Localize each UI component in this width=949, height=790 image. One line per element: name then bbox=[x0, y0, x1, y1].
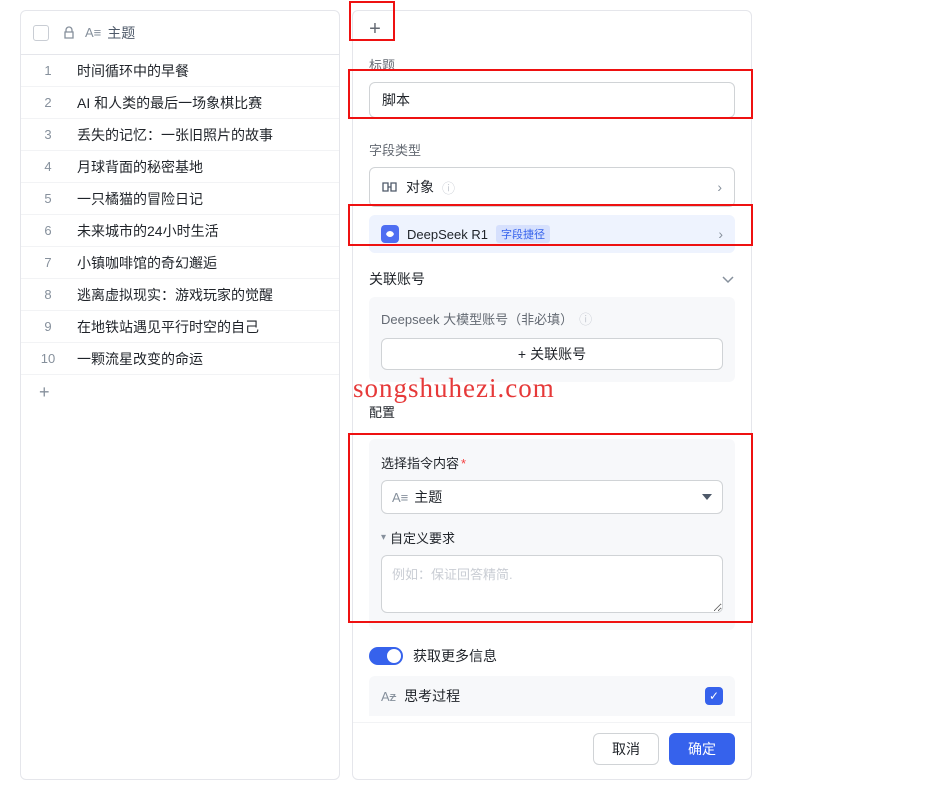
row-text: 未来城市的24小时生活 bbox=[77, 221, 219, 241]
info-icon: ⓘ bbox=[579, 309, 592, 328]
table-row[interactable]: 6 未来城市的24小时生活 bbox=[21, 215, 339, 247]
account-section: Deepseek 大模型账号（非必填） ⓘ + 关联账号 bbox=[369, 297, 735, 382]
row-number: 1 bbox=[33, 63, 63, 78]
row-number: 8 bbox=[33, 287, 63, 302]
row-number: 4 bbox=[33, 159, 63, 174]
field-config-panel: + 标题 字段类型 对象 ⓘ › DeepSeek R1 bbox=[352, 10, 752, 780]
deepseek-option[interactable]: DeepSeek R1 字段捷径 › bbox=[369, 215, 735, 253]
thinking-process-label: 思考过程 bbox=[404, 686, 460, 706]
info-icon: ⓘ bbox=[442, 178, 455, 197]
custom-requirement-textarea[interactable] bbox=[381, 555, 723, 613]
row-text: 小镇咖啡馆的奇幻邂逅 bbox=[77, 253, 217, 273]
field-type-label: 字段类型 bbox=[369, 140, 735, 159]
row-number: 9 bbox=[33, 319, 63, 334]
link-account-label: 关联账号 bbox=[530, 344, 586, 364]
row-text: 月球背面的秘密基地 bbox=[77, 157, 203, 177]
row-number: 7 bbox=[33, 255, 63, 270]
triangle-down-icon: ▾ bbox=[381, 532, 386, 543]
table-row[interactable]: 10 一颗流星改变的命运 bbox=[21, 343, 339, 375]
thinking-process-row[interactable]: Az 思考过程 ✓ bbox=[369, 676, 735, 716]
field-type-value: 对象 bbox=[406, 177, 434, 197]
row-text: 时间循环中的早餐 bbox=[77, 61, 189, 81]
title-label: 标题 bbox=[369, 55, 735, 74]
table-row[interactable]: 9 在地铁站遇见平行时空的自己 bbox=[21, 311, 339, 343]
required-asterisk: * bbox=[461, 456, 466, 471]
column-header-label: 主题 bbox=[107, 23, 135, 43]
row-text: 丢失的记忆：一张旧照片的故事 bbox=[77, 125, 273, 145]
table-row[interactable]: 7 小镇咖啡馆的奇幻邂逅 bbox=[21, 247, 339, 279]
lock-icon bbox=[63, 26, 77, 40]
chevron-right-icon: › bbox=[718, 226, 723, 242]
config-box: 选择指令内容* A≡ 主题 ▾ 自定义要求 bbox=[369, 439, 735, 630]
row-number: 2 bbox=[33, 95, 63, 110]
chevron-right-icon: › bbox=[717, 179, 722, 195]
row-text: 一颗流星改变的命运 bbox=[77, 349, 203, 369]
caret-down-icon bbox=[702, 494, 712, 500]
account-section-label: 关联账号 bbox=[369, 269, 425, 289]
account-label: Deepseek 大模型账号（非必填） bbox=[381, 309, 573, 328]
table-header-row: A≡ 主题 bbox=[21, 11, 339, 55]
more-info-toggle[interactable] bbox=[369, 647, 403, 665]
instruction-label: 选择指令内容 bbox=[381, 456, 459, 471]
table-row[interactable]: 4 月球背面的秘密基地 bbox=[21, 151, 339, 183]
checked-badge: ✓ bbox=[705, 687, 723, 705]
row-number: 5 bbox=[33, 191, 63, 206]
field-shortcut-tag: 字段捷径 bbox=[496, 225, 550, 243]
field-type-selector[interactable]: 对象 ⓘ › bbox=[369, 167, 735, 207]
object-icon bbox=[382, 180, 398, 194]
row-text: 在地铁站遇见平行时空的自己 bbox=[77, 317, 259, 337]
row-text: 一只橘猫的冒险日记 bbox=[77, 189, 203, 209]
add-field-button[interactable]: + bbox=[353, 11, 397, 47]
row-number: 10 bbox=[33, 351, 63, 366]
add-row-button[interactable]: + bbox=[21, 375, 339, 409]
link-account-button[interactable]: + 关联账号 bbox=[381, 338, 723, 370]
table-row[interactable]: 5 一只橘猫的冒险日记 bbox=[21, 183, 339, 215]
confirm-button[interactable]: 确定 bbox=[669, 733, 735, 765]
custom-requirement-label: 自定义要求 bbox=[390, 528, 455, 547]
text-type-icon: A≡ bbox=[392, 490, 408, 505]
plus-icon: + bbox=[518, 346, 526, 362]
table-row[interactable]: 8 逃离虚拟现实：游戏玩家的觉醒 bbox=[21, 279, 339, 311]
row-text: 逃离虚拟现实：游戏玩家的觉醒 bbox=[77, 285, 273, 305]
account-section-header[interactable]: 关联账号 bbox=[353, 263, 751, 297]
text-type-icon: A≡ bbox=[85, 25, 101, 40]
row-number: 3 bbox=[33, 127, 63, 142]
table-row[interactable]: 2 AI 和人类的最后一场象棋比赛 bbox=[21, 87, 339, 119]
text-type-icon: Az bbox=[381, 689, 396, 704]
row-text: AI 和人类的最后一场象棋比赛 bbox=[77, 93, 262, 113]
row-number: 6 bbox=[33, 223, 63, 238]
instruction-value: 主题 bbox=[414, 487, 442, 507]
cancel-button[interactable]: 取消 bbox=[593, 733, 659, 765]
table-row[interactable]: 1 时间循环中的早餐 bbox=[21, 55, 339, 87]
title-input[interactable] bbox=[369, 82, 735, 118]
chevron-down-icon bbox=[721, 274, 735, 284]
config-label: 配置 bbox=[369, 402, 735, 421]
deepseek-icon bbox=[381, 225, 399, 243]
table-row[interactable]: 3 丢失的记忆：一张旧照片的故事 bbox=[21, 119, 339, 151]
instruction-select[interactable]: A≡ 主题 bbox=[381, 480, 723, 514]
deepseek-name: DeepSeek R1 bbox=[407, 227, 488, 242]
data-table: A≡ 主题 1 时间循环中的早餐 2 AI 和人类的最后一场象棋比赛 3 丢失的记忆：一张… bbox=[20, 10, 340, 780]
footer-actions: 取消 确定 bbox=[353, 722, 751, 779]
custom-requirement-header[interactable]: ▾ 自定义要求 bbox=[381, 528, 723, 547]
select-all-checkbox[interactable] bbox=[33, 25, 49, 41]
more-info-label: 获取更多信息 bbox=[413, 646, 497, 666]
